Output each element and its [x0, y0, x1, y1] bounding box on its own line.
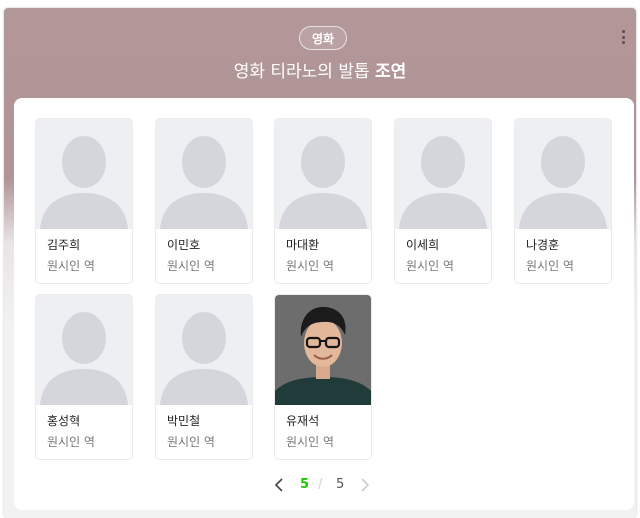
cast-item[interactable]: 이세희 원시인 역	[394, 118, 492, 284]
pagination: 5 / 5	[0, 473, 640, 497]
cast-role: 원시인 역	[47, 435, 95, 449]
pager-current: 5	[300, 477, 310, 492]
cast-name: 홍성혁	[47, 414, 81, 428]
cast-name: 박민철	[167, 414, 201, 428]
cast-item[interactable]: 박민철 원시인 역	[155, 294, 253, 460]
person-silhouette-icon	[515, 119, 611, 229]
cast-item[interactable]: 마대환 원시인 역	[274, 118, 372, 284]
category-chip[interactable]: 영화	[299, 26, 347, 50]
title-section: 조연	[375, 62, 407, 82]
portrait-photo	[275, 295, 371, 405]
cast-name: 김주희	[47, 238, 81, 252]
person-silhouette-icon	[36, 295, 132, 405]
page-title: 영화 티라노의 발톱 조연	[0, 60, 640, 84]
cast-item[interactable]: 나경훈 원시인 역	[514, 118, 612, 284]
chevron-left-icon[interactable]	[272, 475, 286, 495]
person-silhouette-icon	[156, 119, 252, 229]
cast-name: 이세희	[406, 238, 440, 252]
cast-item[interactable]: 유재석 원시인 역	[274, 294, 372, 460]
pager-total: 5	[336, 477, 345, 492]
cast-name: 유재석	[286, 414, 320, 428]
cast-role: 원시인 역	[286, 259, 334, 273]
chevron-right-icon[interactable]	[358, 475, 372, 495]
cast-role: 원시인 역	[167, 259, 215, 273]
person-silhouette-icon	[275, 119, 371, 229]
title-main: 영화 티라노의 발톱	[233, 62, 370, 82]
cast-item[interactable]: 김주희 원시인 역	[35, 118, 133, 284]
cast-item[interactable]: 이민호 원시인 역	[155, 118, 253, 284]
person-silhouette-icon	[395, 119, 491, 229]
pager-separator: /	[318, 477, 323, 492]
cast-name: 나경훈	[526, 238, 560, 252]
cast-role: 원시인 역	[167, 435, 215, 449]
cast-role: 원시인 역	[286, 435, 334, 449]
cast-name: 이민호	[167, 238, 201, 252]
person-silhouette-icon	[36, 119, 132, 229]
person-silhouette-icon	[156, 295, 252, 405]
cast-role: 원시인 역	[526, 259, 574, 273]
cast-item[interactable]: 홍성혁 원시인 역	[35, 294, 133, 460]
more-vertical-icon[interactable]	[617, 27, 629, 47]
cast-name: 마대환	[286, 238, 320, 252]
cast-role: 원시인 역	[47, 259, 95, 273]
cast-role: 원시인 역	[406, 259, 454, 273]
